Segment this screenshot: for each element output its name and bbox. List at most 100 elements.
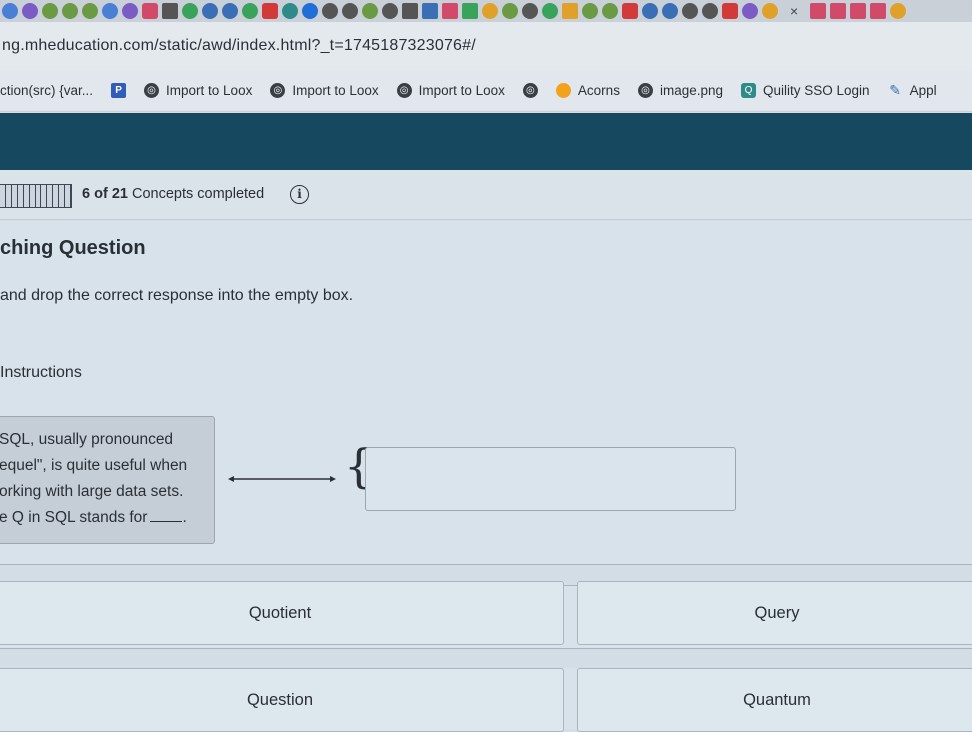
instructions-toggle[interactable]: Instructions [0,364,82,382]
tab-favicon[interactable] [62,3,78,19]
tab-favicon[interactable] [442,3,458,19]
tab-favicon[interactable] [502,3,518,19]
tab-favicon[interactable] [262,3,278,19]
globe-icon: ◎ [522,83,538,98]
bookmark-quility-sso[interactable]: Q Quility SSO Login [741,83,870,98]
option-label: Quantum [743,690,811,709]
option-question[interactable]: Question [0,668,564,732]
tab-favicon[interactable] [302,3,318,19]
bookmark-label: Acorns [577,83,620,98]
tab-favicon[interactable] [182,3,198,19]
tab-favicon[interactable] [102,3,118,19]
quility-icon: Q [741,83,756,98]
tab-favicon[interactable] [422,3,438,19]
prompt-line: equel", is quite useful when [0,457,188,474]
tab-favicon[interactable] [522,3,538,19]
option-label: Query [754,603,800,622]
tab-favicon[interactable] [850,3,867,19]
acorns-icon [555,83,571,98]
tab-favicon[interactable] [242,3,258,19]
option-quantum[interactable]: Quantum [577,668,972,732]
tab-favicon[interactable] [282,3,298,19]
answer-drop-zone[interactable] [365,447,736,511]
bookmark-image-png[interactable]: ◎ image.png [637,83,723,98]
bookmark-p[interactable]: P [111,83,127,98]
tab-favicon[interactable] [162,3,178,19]
tab-favicon[interactable] [642,3,658,19]
question-area: ching Question and drop the correct resp… [0,221,972,732]
quill-icon: ✎ [889,82,901,98]
tab-favicon[interactable] [342,3,358,19]
bookmark-import-to-loox-2[interactable]: ◎ Import to Loox [270,83,379,98]
bookmark-label: ction(src) {var... [0,83,94,98]
tab-favicon[interactable] [362,3,378,19]
globe-icon: ◎ [144,83,160,98]
bookmark-appl[interactable]: ✎ Appl [888,82,937,99]
tab-favicon[interactable] [830,3,847,19]
option-quotient[interactable]: Quotient [0,581,564,645]
address-bar[interactable]: ng.mheducation.com/static/awd/index.html… [0,22,972,70]
tab-favicon[interactable] [542,3,558,19]
progress-row: 6 of 21 Concepts completed [0,170,972,220]
tab-favicon[interactable] [122,3,138,19]
question-title: ching Question [0,237,146,259]
bookmark-label: Import to Loox [418,83,505,98]
answer-blank [150,521,183,522]
tab-favicon[interactable] [682,3,698,19]
option-label: Question [246,690,314,709]
tab-favicon[interactable] [382,3,398,19]
bookmark-label: Import to Loox [166,83,253,98]
info-icon[interactable]: i [290,185,309,204]
tab-favicon[interactable] [462,3,478,19]
bookmark-acorns[interactable]: Acorns [555,83,620,98]
tab-favicon[interactable] [562,3,578,19]
prompt-line-last: e Q in SQL stands for. [0,505,204,531]
tab-favicon[interactable] [722,3,738,19]
bookmarks-bar: ction(src) {var... P ◎ Import to Loox ◎ … [0,70,972,112]
tab-favicon[interactable] [202,3,218,19]
tab-favicon[interactable] [222,3,238,19]
bookmark-function-src[interactable]: ction(src) {var... [0,83,93,98]
bookmark-globe[interactable]: ◎ [522,83,538,98]
prompt-card: SQL, usually pronounced equel", is quite… [0,416,215,544]
url-text[interactable]: ng.mheducation.com/static/awd/index.html… [0,37,476,55]
bookmark-import-to-loox-1[interactable]: ◎ Import to Loox [144,83,252,98]
tab-favicon[interactable] [42,3,58,19]
progress-completed: 6 [82,186,91,202]
bookmark-import-to-loox-3[interactable]: ◎ Import to Loox [396,83,505,98]
tab-favicon[interactable] [582,3,598,19]
option-query[interactable]: Query [577,581,972,645]
prompt-line: SQL, usually pronounced [0,431,174,448]
progress-segment [65,185,71,207]
bookmark-label: Appl [909,83,937,98]
question-instruction: and drop the correct response into the e… [0,287,354,304]
close-tab-icon[interactable]: × [790,3,798,19]
globe-icon: ◎ [270,83,286,98]
tab-favicon[interactable] [82,3,98,19]
tab-favicon[interactable] [402,3,418,19]
tab-favicon[interactable] [702,3,718,19]
tab-favicon[interactable] [322,3,338,19]
bookmark-label: Import to Loox [292,83,379,98]
tab-favicon[interactable] [870,3,887,19]
progress-label: Concepts completed [131,186,265,202]
double-arrow-icon [228,476,336,482]
tab-favicon[interactable] [142,3,158,19]
options-divider [0,648,972,668]
tab-favicon[interactable] [890,3,907,19]
p-square-icon: P [111,83,127,98]
tab-favicon[interactable] [622,3,638,19]
tab-favicon[interactable] [602,3,618,19]
tab-favicon[interactable] [2,3,18,19]
globe-icon: ◎ [396,83,412,98]
tab-favicon[interactable] [482,3,498,19]
app-header [0,113,972,170]
tab-favicon[interactable] [810,3,827,19]
option-label: Quotient [248,603,312,622]
progress-total: of 21 [94,186,128,202]
prompt-line: orking with large data sets. [0,483,184,500]
tab-favicon[interactable] [762,3,778,19]
tab-favicon[interactable] [742,3,758,19]
tab-favicon[interactable] [22,3,38,19]
tab-favicon[interactable] [662,3,678,19]
